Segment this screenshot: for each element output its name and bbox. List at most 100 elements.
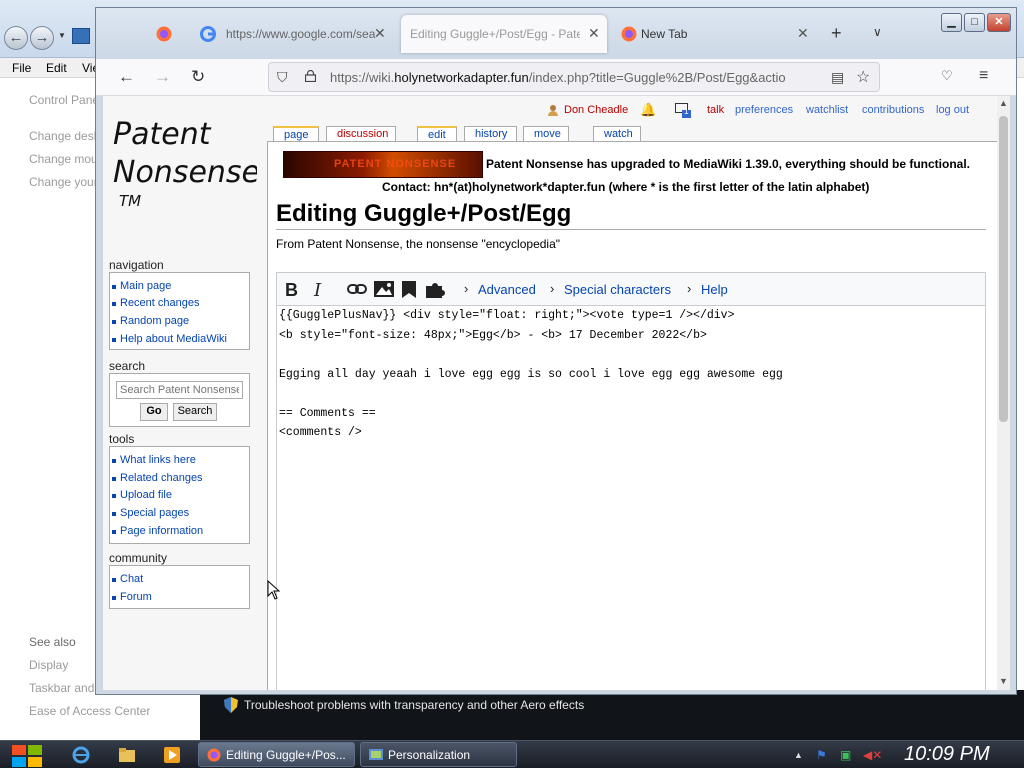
taskbar: Editing Guggle+/Pos... Personalization ▲… — [0, 740, 1024, 768]
wikitext-editor: B I › Advanced › Special characters › He… — [276, 272, 986, 690]
clock[interactable]: 10:09 PM — [904, 743, 990, 766]
bold-button[interactable]: B — [285, 280, 298, 301]
reload-icon[interactable]: ↻ — [191, 67, 205, 87]
italic-button[interactable]: I — [314, 280, 321, 301]
tray-expand-icon[interactable]: ▲ — [794, 750, 803, 760]
scroll-up-arrow-icon[interactable]: ▲ — [999, 98, 1008, 108]
back-arrow-icon[interactable]: ← — [118, 67, 135, 87]
site-logo[interactable]: Patent Nonsense TM — [107, 102, 257, 222]
action-center-flag-icon[interactable]: ⚑ — [816, 748, 827, 762]
logout-link[interactable]: log out — [936, 104, 969, 116]
lock-icon[interactable] — [305, 70, 316, 82]
watchlist-link[interactable]: watchlist — [806, 104, 848, 116]
hamburger-menu-icon[interactable]: ≡ — [979, 67, 988, 85]
cp-link-mouse-pointers[interactable]: Change mou — [29, 152, 98, 166]
sidebar-item-special-pages[interactable]: Special pages — [111, 507, 189, 519]
taskbar-item-personalization[interactable]: Personalization — [360, 742, 517, 767]
search-button[interactable]: Search — [173, 403, 217, 421]
sidebar-item-page-information[interactable]: Page information — [111, 525, 203, 537]
cp-link-taskbar[interactable]: Taskbar and — [29, 681, 94, 695]
control-panel-bottom-bar: Troubleshoot problems with transparency … — [200, 690, 1024, 740]
tab-firefox-pinned[interactable] — [146, 15, 190, 53]
cp-link-account-picture[interactable]: Change your — [29, 175, 98, 189]
tab-editing-egg[interactable]: Editing Guggle+/Post/Egg - Pate ✕ — [401, 15, 607, 53]
tab-edit[interactable]: edit — [417, 126, 457, 141]
sidebar-item-random-page[interactable]: Random page — [111, 315, 189, 327]
bell-icon[interactable]: 🔔 — [640, 102, 656, 118]
network-icon[interactable]: ▣ — [840, 748, 851, 762]
troubleshoot-link[interactable]: Troubleshoot problems with transparency … — [244, 698, 584, 712]
special-characters-tab[interactable]: Special characters — [564, 282, 671, 297]
tab-move[interactable]: move — [523, 126, 569, 141]
taskbar-item-firefox[interactable]: Editing Guggle+/Pos... — [198, 742, 355, 767]
go-button[interactable]: Go — [140, 403, 168, 421]
scrollbar-thumb[interactable] — [999, 116, 1008, 422]
media-player-icon[interactable] — [163, 746, 181, 764]
taskbar-item-label: Editing Guggle+/Pos... — [226, 748, 346, 762]
sidebar-item-what-links-here[interactable]: What links here — [112, 454, 196, 466]
code-line: Egging all day yeaah i love egg egg is s… — [279, 368, 783, 381]
forward-arrow-icon[interactable]: → — [154, 67, 171, 87]
sidebar-item-help[interactable]: Help about MediaWiki — [112, 333, 227, 345]
image-icon[interactable] — [374, 281, 394, 297]
close-icon[interactable]: ✕ — [588, 25, 600, 42]
menu-file[interactable]: File — [12, 61, 31, 75]
new-tab-plus-icon[interactable]: + — [831, 23, 842, 44]
sidebar-item-chat[interactable]: Chat — [111, 573, 143, 585]
tab-page[interactable]: page — [273, 126, 319, 141]
volume-muted-icon[interactable]: ◀✕ — [863, 748, 882, 762]
sidebar-item-recent-changes[interactable]: Recent changes — [112, 297, 200, 309]
close-icon[interactable]: ✕ — [797, 25, 809, 42]
reference-icon[interactable] — [402, 281, 416, 298]
bookmark-star-icon[interactable]: ☆ — [856, 67, 870, 87]
file-explorer-icon[interactable] — [118, 746, 136, 764]
tab-watch[interactable]: watch — [593, 126, 641, 141]
menu-edit[interactable]: Edit — [46, 61, 67, 75]
notices-icon[interactable] — [675, 103, 691, 118]
windows-start-icon[interactable] — [8, 741, 46, 768]
forward-arrow-icon[interactable]: → — [30, 26, 54, 50]
talk-link[interactable]: talk — [707, 104, 724, 116]
cp-link-desktop-icons[interactable]: Change desk — [29, 129, 100, 143]
close-icon[interactable]: ✕ — [374, 25, 386, 42]
minimize-button[interactable]: ▁ — [941, 13, 962, 32]
cp-link-ease-of-access[interactable]: Ease of Access Center — [29, 704, 150, 718]
page-scrollbar[interactable]: ▲ ▼ — [997, 96, 1010, 690]
scroll-down-arrow-icon[interactable]: ▼ — [999, 676, 1008, 686]
chevron-down-icon[interactable]: ▼ — [58, 31, 66, 40]
advanced-tab[interactable]: Advanced — [478, 282, 536, 297]
contributions-link[interactable]: contributions — [862, 104, 924, 116]
back-arrow-icon[interactable]: ← — [4, 26, 28, 50]
maximize-button[interactable]: □ — [964, 13, 985, 32]
tab-title: Editing Guggle+/Post/Egg - Pate — [410, 27, 580, 41]
help-tab[interactable]: Help — [701, 282, 728, 297]
control-panel-icon — [72, 28, 90, 44]
navigation-toolbar: ← → ↻ ⛉ https://wiki.holynetworkadapter.… — [96, 59, 1016, 96]
sidebar-item-related-changes[interactable]: Related changes — [112, 472, 203, 484]
pocket-icon[interactable]: ♡ — [941, 68, 953, 84]
close-window-button[interactable]: ✕ — [987, 13, 1011, 32]
url-text[interactable]: https://wiki.holynetworkadapter.fun/inde… — [330, 70, 820, 85]
mouse-cursor-icon — [267, 580, 281, 600]
preferences-link[interactable]: preferences — [735, 104, 793, 116]
sidebar-item-main-page[interactable]: Main page — [111, 280, 171, 292]
reader-view-icon[interactable]: ▤ — [831, 69, 844, 86]
internet-explorer-icon[interactable] — [72, 746, 90, 764]
sidebar-item-forum[interactable]: Forum — [112, 591, 152, 603]
cp-link-control-panel-home[interactable]: Control Pane — [29, 93, 99, 107]
tab-history[interactable]: history — [464, 126, 517, 141]
user-page-link[interactable]: Don Cheadle — [564, 104, 628, 116]
cp-link-display[interactable]: Display — [29, 658, 68, 672]
search-input[interactable] — [116, 381, 243, 399]
tab-new-tab[interactable]: New Tab ✕ — [611, 15, 816, 53]
search-heading: search — [109, 359, 146, 373]
list-tabs-chevron-icon[interactable]: ∨ — [873, 25, 882, 39]
tab-discussion[interactable]: discussion — [326, 126, 396, 141]
tab-google[interactable]: https://www.google.com/sea ✕ — [190, 15, 395, 53]
link-icon[interactable] — [347, 283, 367, 295]
tracking-shield-icon[interactable]: ⛉ — [277, 69, 288, 86]
puzzle-icon[interactable] — [426, 282, 446, 298]
url-bar[interactable]: ⛉ https://wiki.holynetworkadapter.fun/in… — [268, 62, 880, 92]
google-icon — [200, 26, 216, 42]
sidebar-item-upload-file[interactable]: Upload file — [112, 489, 172, 501]
